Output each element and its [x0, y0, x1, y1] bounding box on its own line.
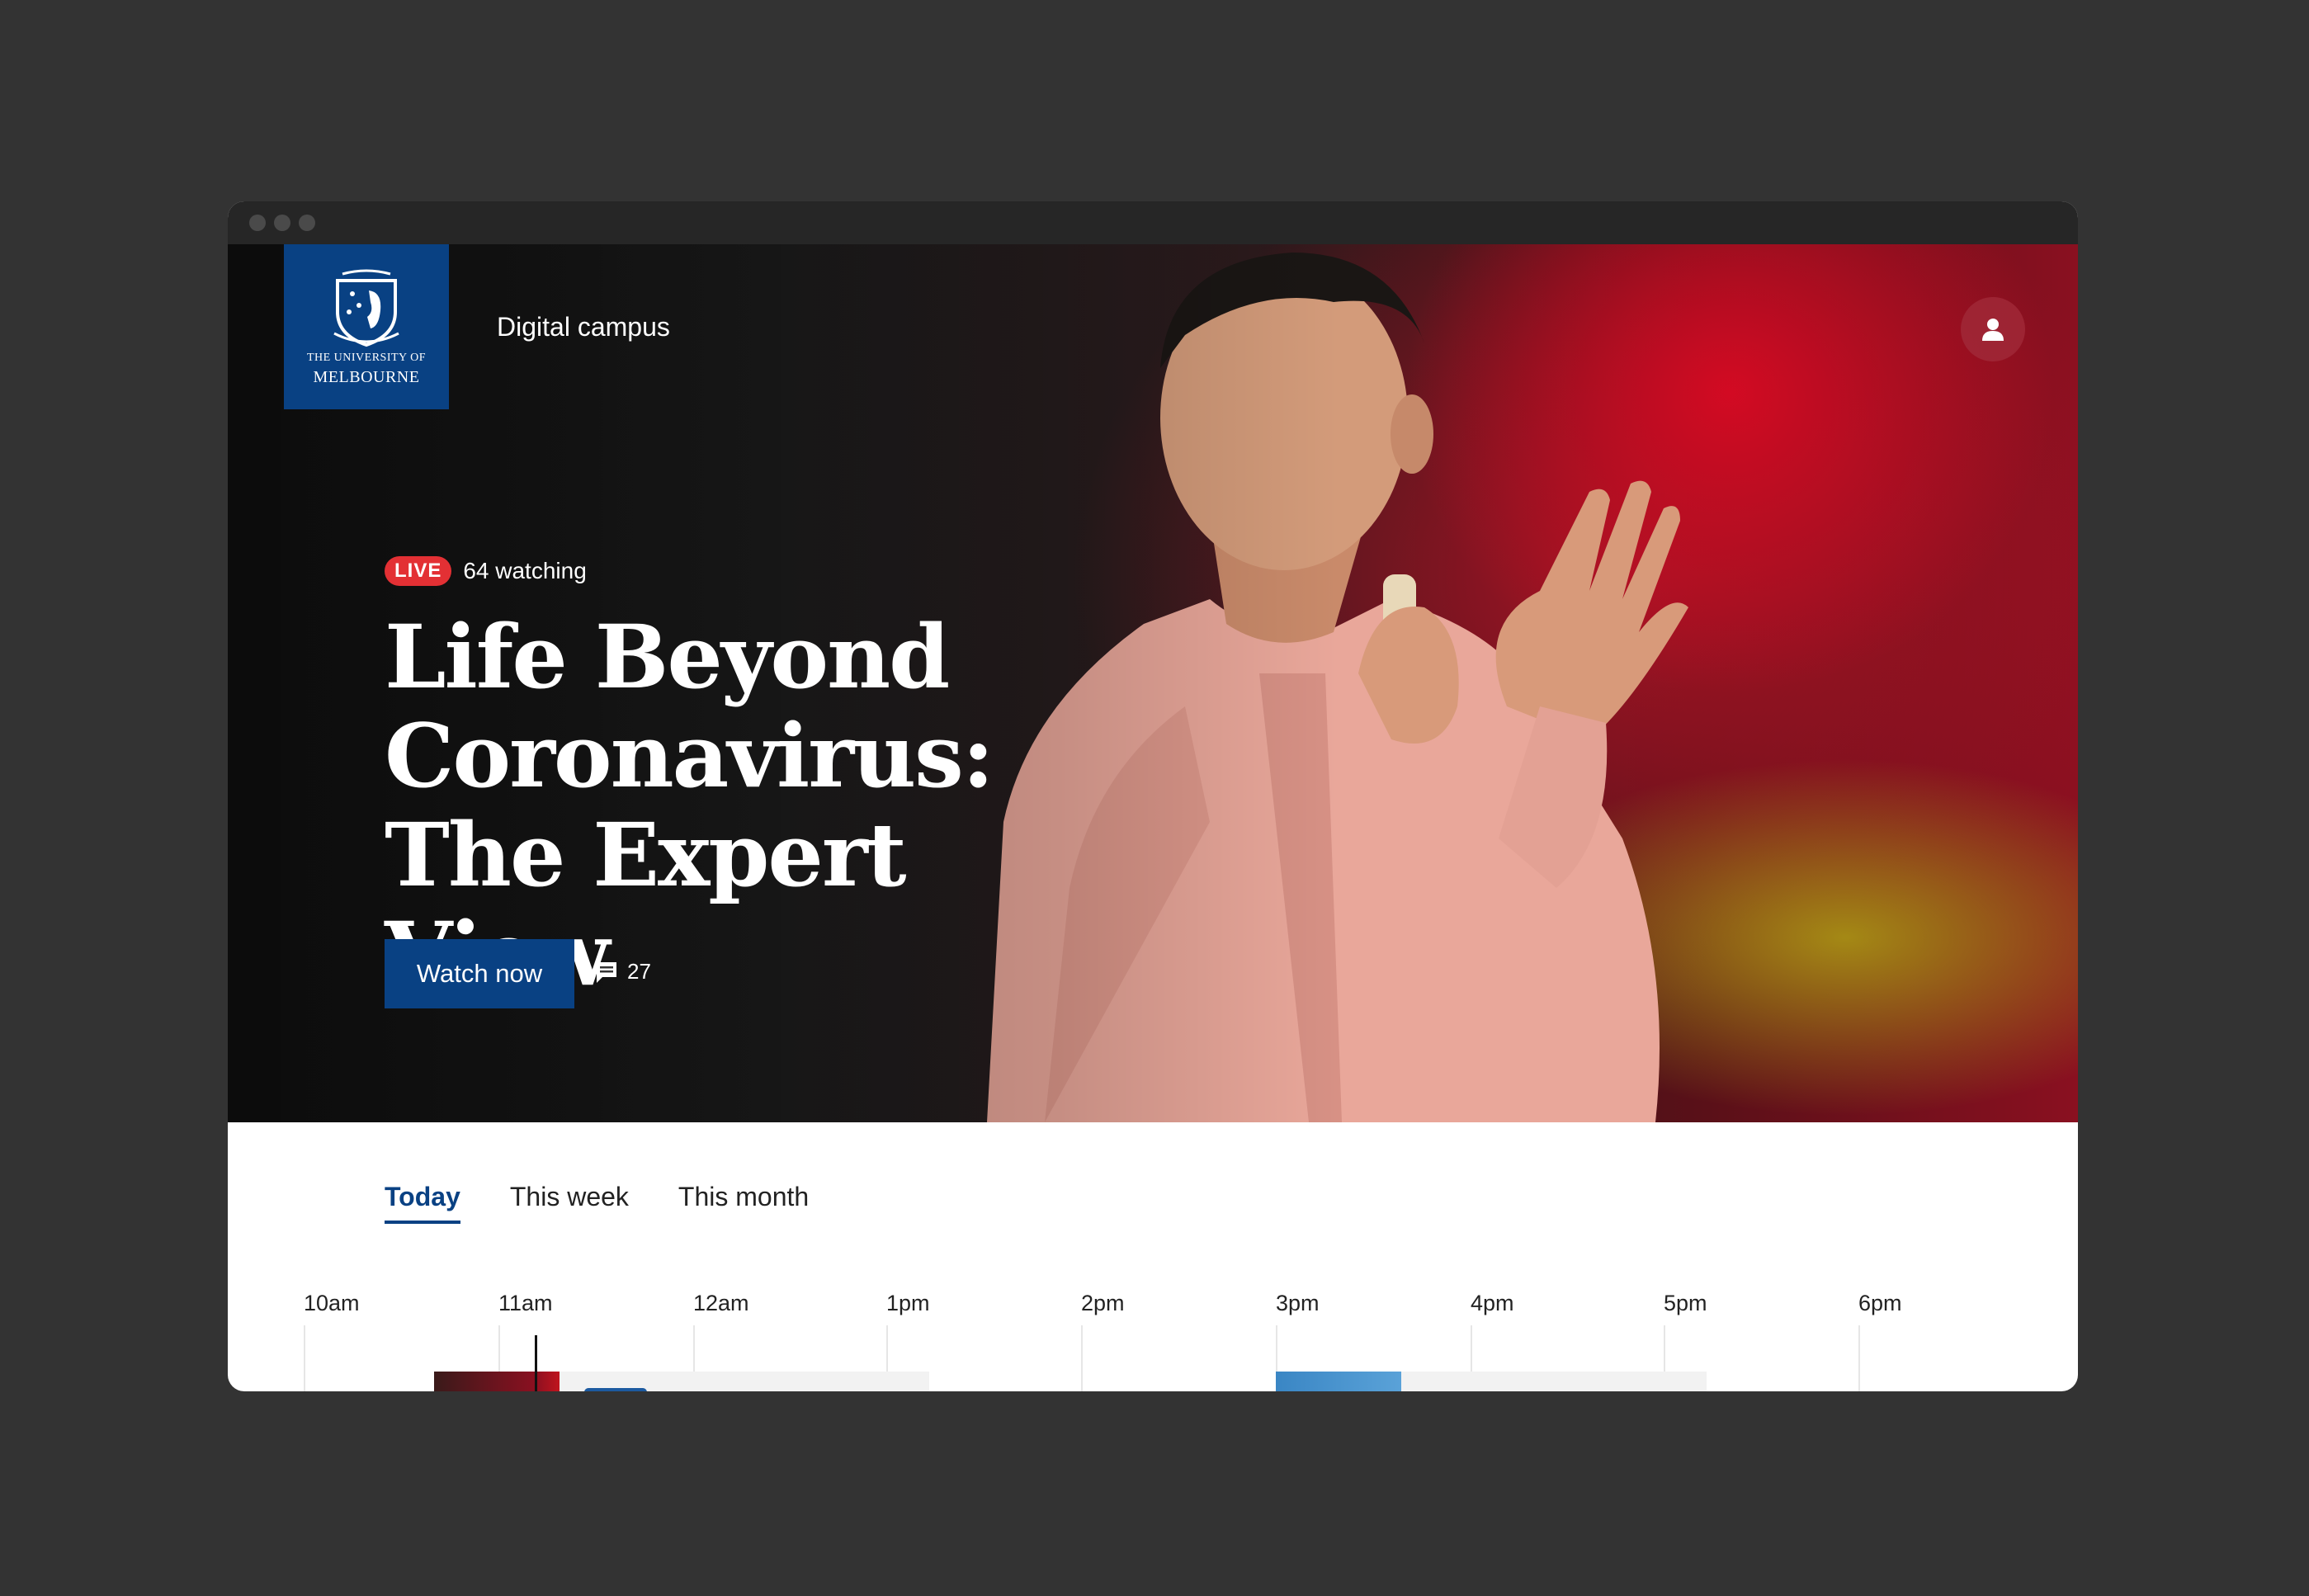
hour-gridline: [304, 1325, 305, 1391]
hour-label: 10am: [304, 1291, 360, 1315]
event-thumbnail: [1276, 1372, 1401, 1391]
hour-label: 3pm: [1276, 1291, 1320, 1315]
hour-gridline: [1081, 1325, 1083, 1391]
window-maximize-dot[interactable]: [299, 215, 315, 231]
schedule-event-card[interactable]: [434, 1372, 929, 1391]
hero-title-line-1: Life Beyond: [385, 605, 950, 708]
logo-line-1: THE UNIVERSITY OF: [306, 352, 427, 364]
university-logo[interactable]: THE UNIVERSITY OF MELBOURNE: [284, 244, 449, 409]
live-badge: LIVE: [385, 556, 452, 586]
tab-this-month[interactable]: This month: [678, 1182, 809, 1224]
hour-label: 4pm: [1471, 1291, 1514, 1315]
hero-banner: THE UNIVERSITY OF MELBOURNE Digital camp…: [228, 244, 2078, 1122]
tab-this-week[interactable]: This week: [510, 1182, 629, 1224]
hour-label: 11am: [498, 1291, 553, 1315]
current-time-indicator: [535, 1335, 537, 1391]
hour-label: 2pm: [1081, 1291, 1125, 1315]
comment-count: 27: [627, 959, 651, 984]
hero-title-line-2: Coronavirus:: [385, 704, 994, 807]
comment-icon: [597, 961, 616, 983]
hour-label: 12am: [693, 1291, 749, 1315]
window-close-dot[interactable]: [249, 215, 266, 231]
hour-label: 5pm: [1664, 1291, 1707, 1315]
schedule-tabs: Today This week This month: [385, 1182, 858, 1224]
window-titlebar: [228, 201, 2078, 244]
crest-icon: [333, 269, 399, 347]
event-tag: [584, 1388, 647, 1391]
event-thumbnail: [434, 1372, 560, 1391]
viewer-count: 64 watching: [463, 558, 587, 583]
person-icon: [1982, 319, 2004, 341]
schedule-timeline: 10am 11am 12am 1pm 2pm 3pm 4pm 5pm 6pm: [228, 1291, 2078, 1391]
schedule-event-card[interactable]: [1276, 1372, 1707, 1391]
profile-button[interactable]: [1961, 297, 2025, 361]
comments-link[interactable]: 27: [594, 959, 651, 985]
browser-window: THE UNIVERSITY OF MELBOURNE Digital camp…: [228, 201, 2078, 1391]
window-minimize-dot[interactable]: [274, 215, 290, 231]
site-name[interactable]: Digital campus: [497, 312, 670, 342]
hour-gridline: [1858, 1325, 1860, 1391]
hour-label: 6pm: [1858, 1291, 1902, 1315]
live-status: LIVE 64 watching: [385, 556, 587, 586]
tab-today[interactable]: Today: [385, 1182, 460, 1224]
watch-now-button[interactable]: Watch now: [385, 939, 574, 1008]
hour-label: 1pm: [886, 1291, 930, 1315]
logo-line-2: MELBOURNE: [313, 368, 420, 386]
